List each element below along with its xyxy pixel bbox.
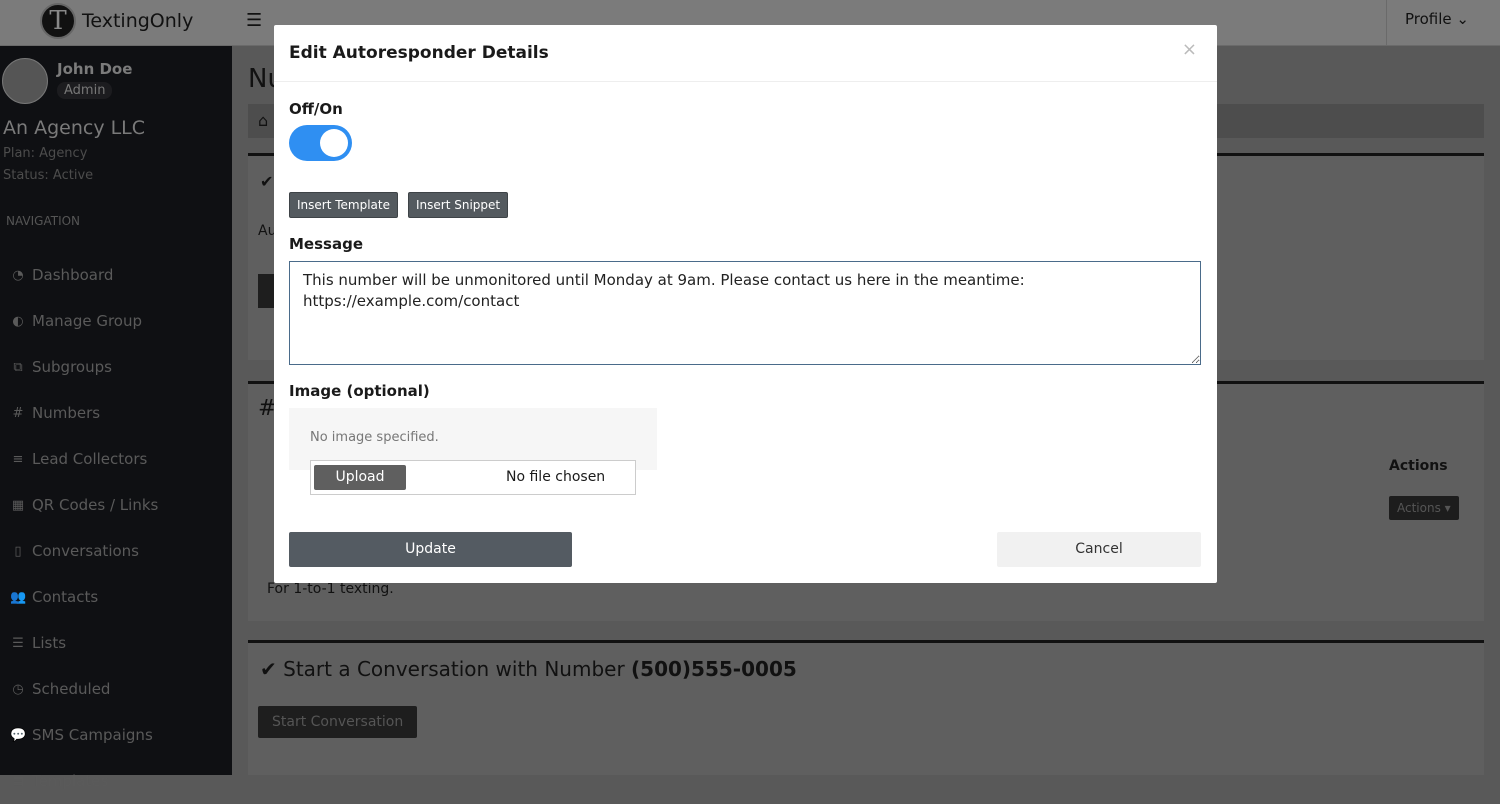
comments-icon: 💬 xyxy=(10,727,27,743)
start-conversation-title: ✔ Start a Conversation with Number (500)… xyxy=(260,657,797,681)
sidebar-item-lead-collectors[interactable]: ≡ Lead Collectors xyxy=(10,436,230,482)
sidebar-item-conversations[interactable]: ▯ Conversations xyxy=(10,528,230,574)
chevron-down-icon: ⌄ xyxy=(1456,10,1469,28)
sidebar-item-subgroups[interactable]: ⧉ Subgroups xyxy=(10,344,230,390)
mobile-icon: ▯ xyxy=(14,543,22,559)
menu-icon[interactable]: ☰ xyxy=(246,10,262,31)
phone-number: (500)555-0005 xyxy=(631,657,797,681)
image-label: Image (optional) xyxy=(289,382,430,400)
sidebar: John Doe Admin An Agency LLC Plan: Agenc… xyxy=(0,46,232,790)
upload-button[interactable]: Upload xyxy=(314,465,406,490)
no-file-text: No file chosen xyxy=(506,469,606,485)
sidebar-item-label: QR Codes / Links xyxy=(32,496,159,514)
modal-title: Edit Autoresponder Details xyxy=(274,25,1217,82)
users-icon: 👥 xyxy=(10,589,27,605)
sidebar-item-sms-campaigns[interactable]: 💬 SMS Campaigns xyxy=(10,712,230,758)
insert-template-button[interactable]: Insert Template xyxy=(289,192,398,218)
sitemap-icon: ⧉ xyxy=(13,359,23,375)
message-label: Message xyxy=(289,235,363,253)
brand-name: TextingOnly xyxy=(82,10,194,32)
half-circle-icon: ◐ xyxy=(12,313,24,329)
no-image-text: No image specified. xyxy=(310,430,439,445)
sidebar-item-label: Lists xyxy=(32,634,67,652)
start-conversation-button[interactable]: Start Conversation xyxy=(258,706,418,738)
profile-menu[interactable]: Profile ⌄ xyxy=(1386,0,1486,46)
nav-heading: NAVIGATION xyxy=(6,214,81,228)
sidebar-item-label: Subgroups xyxy=(32,358,112,376)
actions-label: Actions xyxy=(1397,501,1441,515)
hash-icon: # xyxy=(12,405,24,421)
agency-name: An Agency LLC xyxy=(3,117,146,139)
sidebar-item-scheduled[interactable]: ◷ Scheduled xyxy=(10,666,230,712)
list-icon: ☰ xyxy=(12,635,24,651)
actions-header: Actions xyxy=(1389,458,1448,474)
sidebar-item-qr-codes-links[interactable]: ▦ QR Codes / Links xyxy=(10,482,230,528)
insert-snippet-button[interactable]: Insert Snippet xyxy=(408,192,509,218)
profile-label: Profile xyxy=(1405,10,1452,28)
status-text: Status: Active xyxy=(3,168,94,183)
dashboard-icon: ◔ xyxy=(12,267,24,283)
message-textarea[interactable]: This number will be unmonitored until Mo… xyxy=(289,261,1201,365)
logo[interactable]: T TextingOnly xyxy=(40,3,193,39)
sidebar-item-label: Lead Collectors xyxy=(32,450,148,468)
plan-text: Plan: Agency xyxy=(3,146,88,161)
close-icon[interactable]: × xyxy=(1182,39,1197,60)
actions-dropdown[interactable]: Actions ▾ xyxy=(1389,496,1459,520)
sidebar-item-templates[interactable]: ▤ Templates xyxy=(10,758,230,804)
toggle-label: Off/On xyxy=(289,100,343,118)
autoresponder-toggle[interactable] xyxy=(289,125,352,161)
clock-icon: ◷ xyxy=(12,681,24,697)
number-description: For 1-to-1 texting. xyxy=(267,581,394,597)
sidebar-item-label: Contacts xyxy=(32,588,99,606)
sidebar-item-numbers[interactable]: # Numbers xyxy=(10,390,230,436)
qrcode-icon: ▦ xyxy=(11,497,25,513)
home-icon[interactable]: ⌂ xyxy=(258,111,268,130)
logo-icon: T xyxy=(40,3,76,39)
avatar xyxy=(2,58,48,104)
sidebar-item-manage-group[interactable]: ◐ Manage Group xyxy=(10,298,230,344)
update-button[interactable]: Update xyxy=(289,532,572,567)
sidebar-item-label: SMS Campaigns xyxy=(32,726,153,744)
sidebar-item-dashboard[interactable]: ◔ Dashboard xyxy=(10,252,230,298)
user-name: John Doe xyxy=(57,60,133,78)
sidebar-item-label: Manage Group xyxy=(32,312,143,330)
sidebar-item-label: Conversations xyxy=(32,542,139,560)
edit-autoresponder-modal: Edit Autoresponder Details × Off/On Inse… xyxy=(274,25,1217,583)
role-badge: Admin xyxy=(57,82,113,99)
database-icon: ≡ xyxy=(12,451,24,467)
check-icon: ✔ xyxy=(260,172,274,191)
start-title-text: Start a Conversation with Number xyxy=(283,657,625,681)
sidebar-item-lists[interactable]: ☰ Lists xyxy=(10,620,230,666)
file-input[interactable]: Upload No file chosen xyxy=(310,460,636,495)
cancel-button[interactable]: Cancel xyxy=(997,532,1201,567)
sidebar-item-label: Dashboard xyxy=(32,266,114,284)
sidebar-item-contacts[interactable]: 👥 Contacts xyxy=(10,574,230,620)
sidebar-item-label: Scheduled xyxy=(32,680,111,698)
start-conversation-card: ✔ Start a Conversation with Number (500)… xyxy=(248,640,1484,775)
sidebar-item-label: Numbers xyxy=(32,404,101,422)
file-icon: ▤ xyxy=(11,773,25,789)
